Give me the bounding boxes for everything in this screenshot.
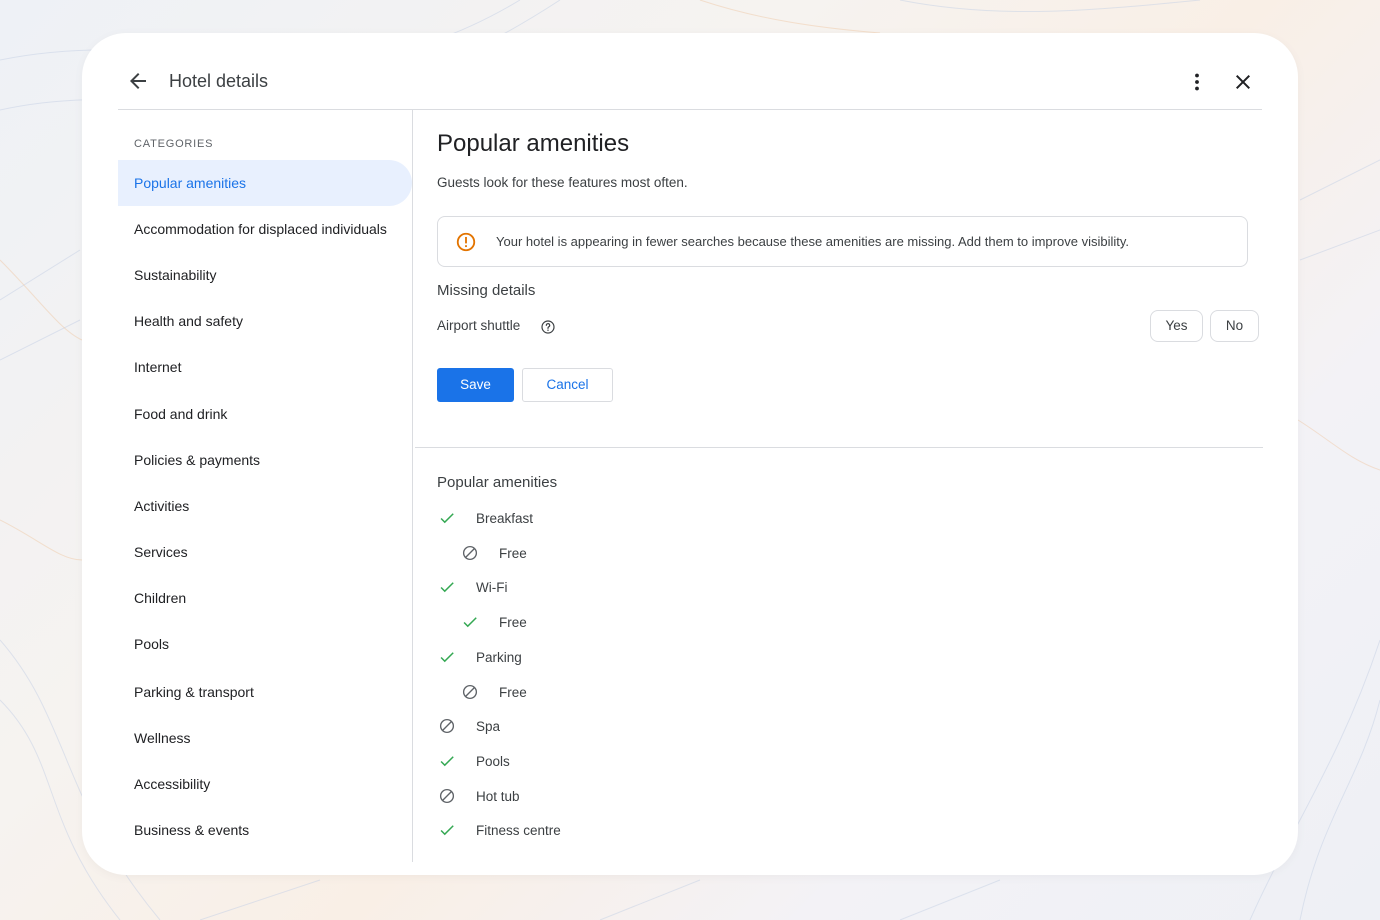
check-icon: [438, 648, 456, 666]
categories-heading: CATEGORIES: [134, 138, 214, 150]
amenity-subitem: Free: [461, 541, 527, 565]
sidebar-item-accessibility[interactable]: Accessibility: [118, 761, 412, 807]
amenity-item: Spa: [438, 714, 500, 738]
section-divider: [415, 447, 1263, 448]
arrow-back-icon[interactable]: [126, 69, 150, 93]
amenity-label: Wi-Fi: [476, 579, 508, 595]
not-available-icon: [461, 544, 479, 562]
airport-shuttle-label: Airport shuttle: [437, 318, 521, 333]
sidebar-item-popular-amenities[interactable]: Popular amenities: [118, 160, 412, 206]
sidebar-item-services[interactable]: Services: [118, 529, 412, 575]
amenity-label: Fitness centre: [476, 822, 561, 838]
airport-shuttle-yes-button[interactable]: Yes: [1150, 310, 1203, 342]
amenity-label: Hot tub: [476, 788, 520, 804]
sidebar-item-food-drink[interactable]: Food and drink: [118, 391, 412, 437]
sidebar-item-wellness[interactable]: Wellness: [118, 715, 412, 761]
amenity-subitem: Free: [461, 680, 527, 704]
warning-circle-icon: [456, 232, 476, 252]
sidebar-item-health-safety[interactable]: Health and safety: [118, 298, 412, 344]
dialog-title: Hotel details: [169, 71, 269, 91]
hotel-details-dialog: Hotel details CATEGORIES Popular ameniti…: [82, 33, 1298, 875]
check-icon: [438, 821, 456, 839]
page-title: Popular amenities: [437, 130, 630, 157]
amenity-label: Breakfast: [476, 510, 534, 526]
sidebar-item-internet[interactable]: Internet: [118, 344, 412, 390]
amenity-label: Spa: [476, 718, 501, 734]
sidebar-item-parking-transport[interactable]: Parking & transport: [118, 669, 412, 715]
categories-sidebar: CATEGORIES Popular amenities Accommodati…: [118, 110, 413, 862]
not-available-icon: [438, 787, 456, 805]
not-available-icon: [461, 683, 479, 701]
amenity-label: Pools: [476, 753, 510, 769]
amenity-label: Free: [499, 684, 527, 700]
sidebar-item-sustainability[interactable]: Sustainability: [118, 252, 412, 298]
sidebar-item-accommodation-displaced[interactable]: Accommodation for displaced individuals: [118, 206, 412, 252]
visibility-alert: Your hotel is appearing in fewer searche…: [437, 216, 1248, 267]
amenity-item: Breakfast: [438, 506, 533, 530]
alert-message: Your hotel is appearing in fewer searche…: [496, 234, 1129, 249]
not-available-icon: [438, 717, 456, 735]
missing-details-title: Missing details: [437, 282, 536, 299]
amenity-item: Hot tub: [438, 784, 520, 808]
help-circle-icon[interactable]: [540, 319, 556, 335]
close-icon[interactable]: [1231, 70, 1255, 94]
check-icon: [461, 613, 479, 631]
sidebar-item-policies-payments[interactable]: Policies & payments: [118, 437, 412, 483]
sidebar-item-pools[interactable]: Pools: [118, 621, 412, 667]
check-icon: [438, 578, 456, 596]
cancel-button[interactable]: Cancel: [522, 368, 613, 402]
amenity-subitem: Free: [461, 610, 527, 634]
sidebar-item-children[interactable]: Children: [118, 575, 412, 621]
amenity-label: Parking: [476, 649, 522, 665]
amenity-item: Fitness centre: [438, 818, 561, 842]
check-icon: [438, 752, 456, 770]
sidebar-item-business-events[interactable]: Business & events: [118, 807, 412, 853]
airport-shuttle-no-button[interactable]: No: [1210, 310, 1259, 342]
check-icon: [438, 509, 456, 527]
amenity-label: Free: [499, 545, 527, 561]
save-button[interactable]: Save: [437, 368, 514, 402]
amenity-label: Free: [499, 614, 527, 630]
main-content: Popular amenities Guests look for these …: [415, 110, 1263, 862]
page-subtitle: Guests look for these features most ofte…: [437, 175, 688, 190]
dialog-header: Hotel details: [118, 33, 1262, 110]
more-vert-icon[interactable]: [1185, 70, 1209, 94]
amenity-item: Parking: [438, 645, 522, 669]
amenity-item: Pools: [438, 749, 510, 773]
amenity-item: Wi-Fi: [438, 575, 507, 599]
amenities-list-title: Popular amenities: [437, 474, 558, 491]
sidebar-item-activities[interactable]: Activities: [118, 483, 412, 529]
